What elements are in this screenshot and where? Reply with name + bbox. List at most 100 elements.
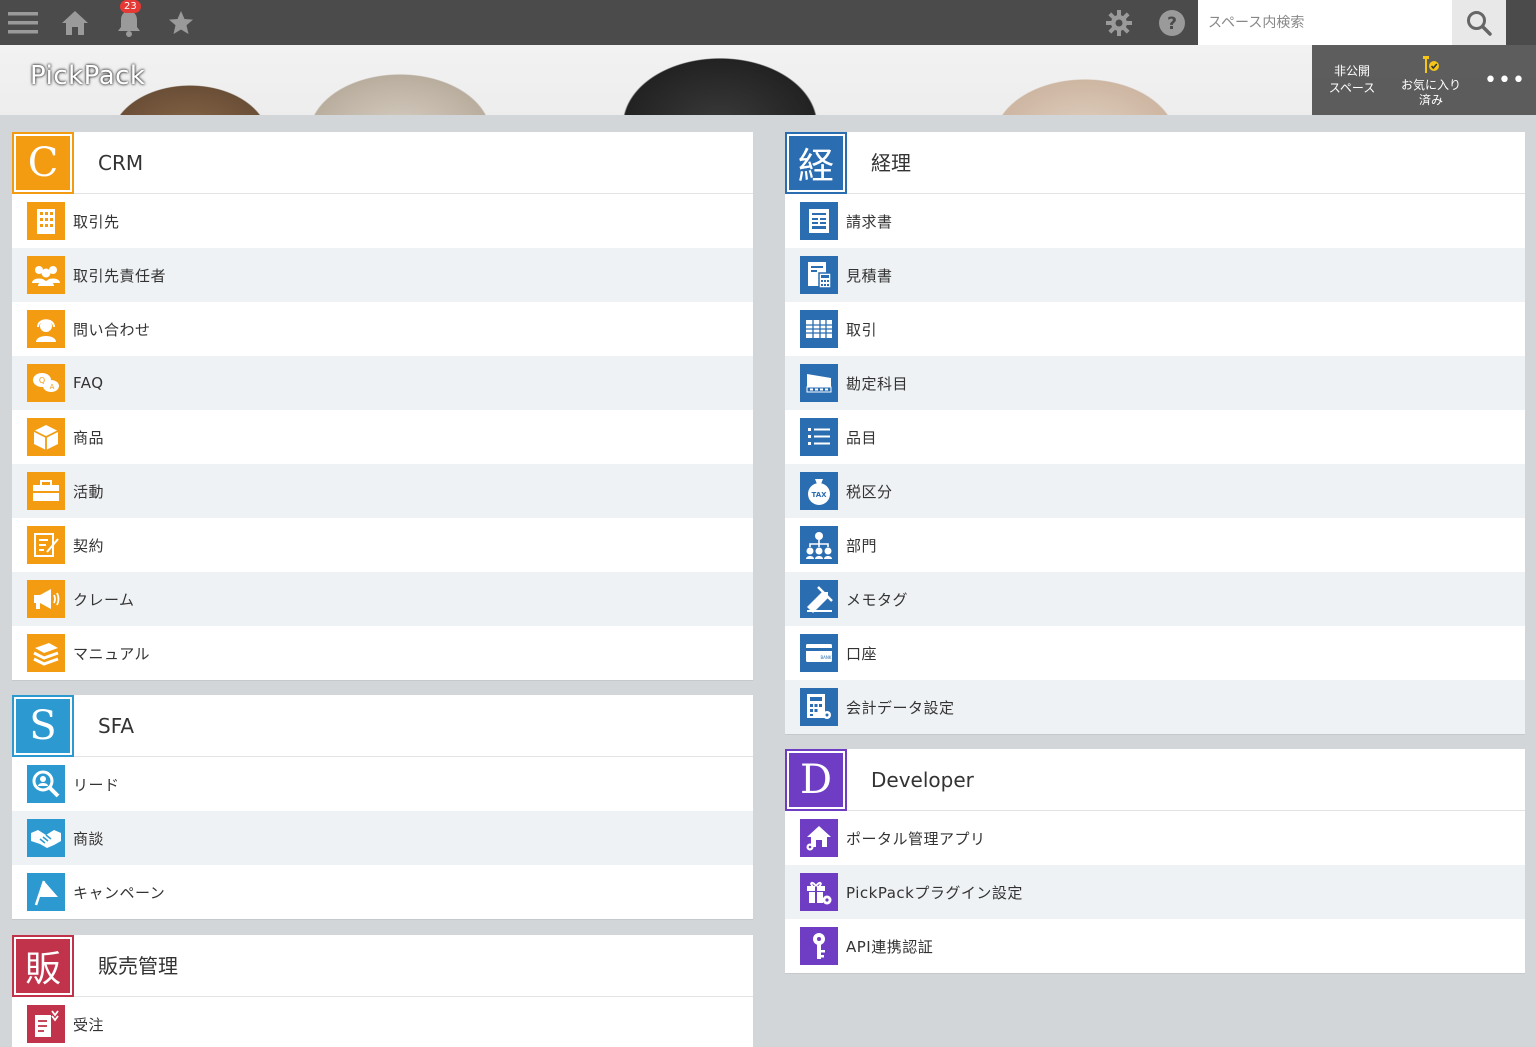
app-item-label: 契約 [73,536,105,555]
app-item-api-auth[interactable]: API連携認証 [785,919,1525,973]
home-icon[interactable] [58,0,92,45]
app-item-orders[interactable]: 受注 [12,997,753,1047]
app-item-label: 商談 [73,829,105,848]
org-chart-icon [800,526,838,564]
app-item-manuals[interactable]: マニュアル [12,626,753,680]
estimate-calculator-icon [800,256,838,294]
app-item-label: キャンペーン [73,883,166,902]
space-title: PickPack [30,61,146,91]
favorite-pin-icon [1392,54,1470,78]
app-item-campaigns[interactable]: キャンペーン [12,865,753,919]
app-item-leads[interactable]: リード [12,757,753,811]
list-icon [800,418,838,456]
developer-logo-icon: D [785,749,847,811]
handshake-icon [27,819,65,857]
order-document-icon [27,1005,65,1043]
space-search-input[interactable] [1198,0,1452,45]
sfa-section: S SFA リード 商談 キャンペーン [12,695,753,920]
app-item-label: 口座 [846,644,878,663]
app-item-label: リード [73,775,120,794]
app-item-label: 取引先 [73,212,120,231]
app-item-contacts[interactable]: 取引先責任者 [12,248,753,302]
app-item-label: 勘定科目 [846,374,909,393]
more-options-button[interactable]: ••• [1480,45,1530,115]
invoice-icon [800,202,838,240]
app-item-complaints[interactable]: クレーム [12,572,753,626]
book-stack-icon [27,634,65,672]
tag-pen-icon [800,580,838,618]
crm-section-title: CRM [98,151,144,175]
app-item-activities[interactable]: 活動 [12,464,753,518]
app-item-accounts[interactable]: 取引先 [12,194,753,248]
account-card-icon [800,364,838,402]
notification-count-badge[interactable]: 23 [120,0,141,13]
sfa-logo-icon: S [12,695,74,757]
app-item-label: マニュアル [73,644,151,663]
app-item-portal-management[interactable]: ポータル管理アプリ [785,811,1525,865]
sales-logo-icon: 販 [12,935,74,997]
app-item-label: ポータル管理アプリ [846,829,986,848]
favorite-label: お気に入り 済み [1400,78,1461,107]
accounting-section-header: 経 経理 [785,132,1525,194]
favorite-toggle[interactable]: お気に入り 済み [1392,45,1470,115]
app-item-accounting-settings[interactable]: 会計データ設定 [785,680,1525,734]
megaphone-icon [27,580,65,618]
key-icon [800,927,838,965]
favorites-star-icon[interactable] [164,0,198,45]
svg-text:BANK: BANK [820,655,831,660]
app-item-label: 取引先責任者 [73,266,167,285]
app-item-label: 見積書 [846,266,893,285]
crm-section: C CRM 取引先 取引先責任者 問い合わせ QA FAQ 商品 活動 契約 ク… [12,132,753,681]
app-item-label: 税区分 [846,482,893,501]
app-item-tax-categories[interactable]: TAX 税区分 [785,464,1525,518]
crm-logo-icon: C [12,132,74,194]
app-item-label: 請求書 [846,212,893,231]
ledger-table-icon [800,310,838,348]
app-item-label: FAQ [73,374,104,392]
accounting-section: 経 経理 請求書 見積書 取引 勘定科目 品目 TAX 税区分 部門 メモタグ … [785,132,1525,735]
sfa-section-header: S SFA [12,695,753,757]
gift-gear-icon [800,873,838,911]
app-item-label: メモタグ [846,590,909,609]
app-item-estimates[interactable]: 見積書 [785,248,1525,302]
developer-section-header: D Developer [785,749,1525,811]
app-item-deals[interactable]: 商談 [12,811,753,865]
app-item-contracts[interactable]: 契約 [12,518,753,572]
svg-text:TAX: TAX [811,491,827,499]
app-item-label: 会計データ設定 [846,698,955,717]
app-item-faq[interactable]: QA FAQ [12,356,753,410]
sales-section-header: 販 販売管理 [12,935,753,997]
support-headset-icon [27,310,65,348]
app-item-transactions[interactable]: 取引 [785,302,1525,356]
app-item-memo-tags[interactable]: メモタグ [785,572,1525,626]
contract-pen-icon [27,526,65,564]
crm-section-header: C CRM [12,132,753,194]
app-item-products[interactable]: 商品 [12,410,753,464]
bank-card-icon: BANK [800,634,838,672]
app-item-invoices[interactable]: 請求書 [785,194,1525,248]
app-item-plugin-settings[interactable]: PickPackプラグイン設定 [785,865,1525,919]
faq-bubbles-icon: QA [27,364,65,402]
app-item-departments[interactable]: 部門 [785,518,1525,572]
people-group-icon [27,256,65,294]
app-item-label: 受注 [73,1015,105,1034]
app-item-label: 問い合わせ [73,320,151,339]
app-item-label: クレーム [73,590,135,609]
menu-icon[interactable] [6,0,40,45]
app-item-inquiries[interactable]: 問い合わせ [12,302,753,356]
app-item-label: 商品 [73,428,105,447]
app-item-bank-accounts[interactable]: BANK 口座 [785,626,1525,680]
app-item-label: 活動 [73,482,105,501]
help-icon[interactable]: ? [1155,0,1189,45]
search-button[interactable] [1452,0,1506,45]
house-gear-icon [800,819,838,857]
app-item-label: API連携認証 [846,937,934,956]
svg-text:Q: Q [39,376,45,385]
app-item-label: 品目 [846,428,878,447]
app-item-account-titles[interactable]: 勘定科目 [785,356,1525,410]
settings-gear-icon[interactable] [1102,0,1136,45]
app-item-items[interactable]: 品目 [785,410,1525,464]
sales-section-title: 販売管理 [98,954,178,978]
app-item-label: 部門 [846,536,878,555]
calculator-gear-icon [800,688,838,726]
